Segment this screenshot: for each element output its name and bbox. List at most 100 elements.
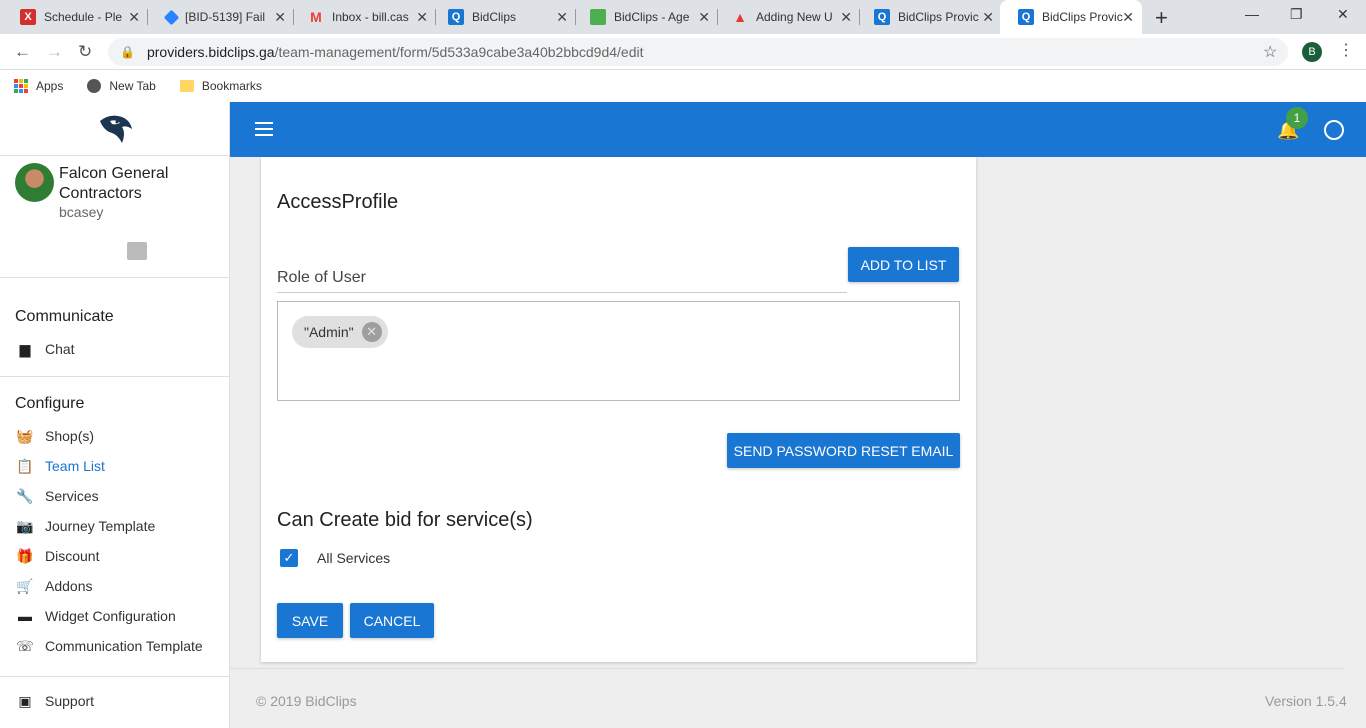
minimize-icon[interactable]: — — [1245, 6, 1259, 22]
browser-tab-4[interactable]: Q BidClips ✕ — [430, 0, 576, 34]
tab-title: [BID-5139] Fail — [185, 10, 266, 24]
company-name: Falcon General Contractors — [59, 165, 169, 202]
cancel-button[interactable]: CANCEL — [350, 603, 434, 638]
add-to-list-button[interactable]: ADD TO LIST — [848, 247, 959, 282]
gmail-icon: M — [310, 9, 322, 25]
sidebar-item-label: Discount — [45, 548, 100, 564]
url-host: providers.bidclips.ga — [146, 44, 275, 60]
bidclips-icon: Q — [874, 9, 890, 25]
close-icon[interactable]: ✕ — [1122, 9, 1134, 26]
sidebar-item-label: Team List — [45, 458, 105, 474]
sidebar-item-journey-template[interactable]: 📷 Journey Template — [0, 511, 229, 541]
url-bar[interactable]: 🔒 providers.bidclips.ga/team-management/… — [108, 38, 1288, 66]
access-profile-title: AccessProfile — [277, 191, 399, 213]
all-services-label: All Services — [317, 550, 391, 566]
browser-tab-3[interactable]: M Inbox - bill.cas ✕ — [290, 0, 436, 34]
close-icon[interactable]: ✕ — [698, 9, 710, 26]
save-button[interactable]: SAVE — [277, 603, 343, 638]
bookmark-new-tab[interactable]: New Tab — [87, 79, 156, 93]
browser-tab-bar: X Schedule - Ple ✕ [BID-5139] Fail ✕ M I… — [0, 0, 1366, 34]
footer-divider — [230, 668, 1344, 669]
communicate-section: Communicate ▆ Chat — [0, 278, 229, 377]
close-icon[interactable]: ✕ — [556, 9, 568, 26]
profile-section: Falcon General Contractors bcasey — [0, 156, 229, 278]
wrench-icon: 🔧 — [16, 487, 34, 504]
sidebar-item-label: Services — [45, 488, 99, 504]
basket-icon: 🧺 — [16, 427, 34, 444]
browser-tab-1[interactable]: X Schedule - Ple ✕ — [2, 0, 148, 34]
sidebar-item-label: Chat — [45, 341, 75, 357]
tab-title: BidClips Provic — [1042, 10, 1123, 24]
role-of-user-field[interactable]: Role of User — [277, 269, 366, 287]
bidclips-agent-icon — [590, 9, 606, 25]
falcon-logo-icon — [99, 115, 132, 143]
sidebar-item-discount[interactable]: 🎁 Discount — [0, 541, 229, 571]
camera-icon: 📷 — [16, 517, 34, 534]
tab-title: Adding New U — [756, 10, 833, 24]
message-icon[interactable] — [127, 242, 147, 260]
send-password-reset-button[interactable]: SEND PASSWORD RESET EMAIL — [727, 433, 960, 468]
reload-icon[interactable]: ↻ — [78, 42, 92, 62]
close-icon[interactable]: ✕ — [840, 9, 852, 26]
menu-kebab-icon[interactable]: ⋮ — [1338, 40, 1354, 60]
main-content: AccessProfile Role of User ADD TO LIST "… — [230, 157, 1366, 728]
role-chip[interactable]: "Admin" ✕ — [292, 316, 388, 348]
browser-tab-5[interactable]: BidClips - Age ✕ — [572, 0, 718, 34]
menu-icon[interactable] — [255, 122, 273, 136]
profile-avatar[interactable]: B — [1302, 42, 1322, 62]
tab-title: Schedule - Ple — [44, 10, 123, 24]
bookmark-star-icon[interactable]: ☆ — [1263, 42, 1277, 62]
section-title-configure: Configure — [15, 395, 85, 412]
avatar[interactable] — [15, 163, 54, 202]
forward-icon[interactable]: → — [46, 42, 63, 62]
sidebar-item-team-list[interactable]: 📋 Team List — [0, 451, 229, 481]
new-tab-button[interactable]: + — [1155, 5, 1168, 31]
bookmark-folder[interactable]: Bookmarks — [179, 79, 262, 93]
x-logo-icon: X — [20, 9, 36, 25]
sidebar-item-label: Journey Template — [45, 518, 156, 534]
access-profile-card: AccessProfile Role of User ADD TO LIST "… — [261, 157, 976, 662]
app-header: 🔔 1 — [230, 102, 1366, 157]
window-close-icon[interactable]: ✕ — [1337, 6, 1349, 23]
bidclips-icon: Q — [448, 9, 464, 25]
close-icon[interactable]: ✕ — [982, 9, 994, 26]
browser-tab-7[interactable]: Q BidClips Provic ✕ — [856, 0, 1002, 34]
all-services-checkbox[interactable]: ✓ — [280, 549, 298, 567]
notification-badge: 1 — [1286, 107, 1308, 129]
sidebar-item-services[interactable]: 🔧 Services — [0, 481, 229, 511]
sidebar-item-label: Shop(s) — [45, 428, 95, 444]
logo[interactable] — [0, 102, 229, 156]
clipboard-icon: 📋 — [16, 457, 34, 474]
configure-section: Configure 🧺 Shop(s) 📋 Team List 🔧 Servic… — [0, 377, 229, 677]
tab-title: BidClips - Age — [614, 10, 690, 24]
sidebar-item-addons[interactable]: 🛒 Addons — [0, 571, 229, 601]
copyright: © 2019 BidClips — [256, 693, 357, 709]
can-create-bid-title: Can Create bid for service(s) — [277, 509, 533, 531]
role-input-underline — [277, 292, 847, 293]
remove-chip-icon[interactable]: ✕ — [361, 322, 382, 342]
browser-tab-2[interactable]: [BID-5139] Fail ✕ — [148, 0, 294, 34]
sidebar-item-widget-configuration[interactable]: ▬ Widget Configuration — [0, 601, 229, 631]
support-card-icon: ▣ — [18, 692, 32, 709]
url-path: /team-management/form/5d533a9cabe3a40b2b… — [274, 44, 644, 60]
phone-icon: ☏ — [16, 637, 34, 654]
close-icon[interactable]: ✕ — [274, 9, 286, 26]
username: bcasey — [59, 204, 104, 220]
browser-tab-active[interactable]: Q BidClips Provic ✕ — [1000, 0, 1142, 34]
sidebar-item-chat[interactable]: ▆ Chat — [0, 334, 229, 364]
user-account-icon[interactable] — [1324, 120, 1344, 140]
gift-card-icon: 🎁 — [16, 547, 34, 564]
close-icon[interactable]: ✕ — [128, 9, 140, 26]
browser-tab-6[interactable]: ▲ Adding New U ✕ — [714, 0, 860, 34]
sidebar-item-communication-template[interactable]: ☏ Communication Template — [0, 631, 229, 661]
sidebar-item-shops[interactable]: 🧺 Shop(s) — [0, 421, 229, 451]
sidebar-item-label: Addons — [45, 578, 93, 594]
adding-new-user-icon: ▲ — [733, 9, 747, 25]
close-icon[interactable]: ✕ — [416, 9, 428, 26]
tab-title: Inbox - bill.cas — [332, 10, 409, 24]
sidebar-item-support[interactable]: ▣ Support — [0, 686, 229, 716]
restore-icon[interactable]: ❐ — [1290, 6, 1303, 23]
bookmark-apps[interactable]: Apps — [14, 79, 63, 93]
back-icon[interactable]: ← — [14, 42, 31, 62]
sidebar-item-label: Widget Configuration — [45, 608, 176, 624]
